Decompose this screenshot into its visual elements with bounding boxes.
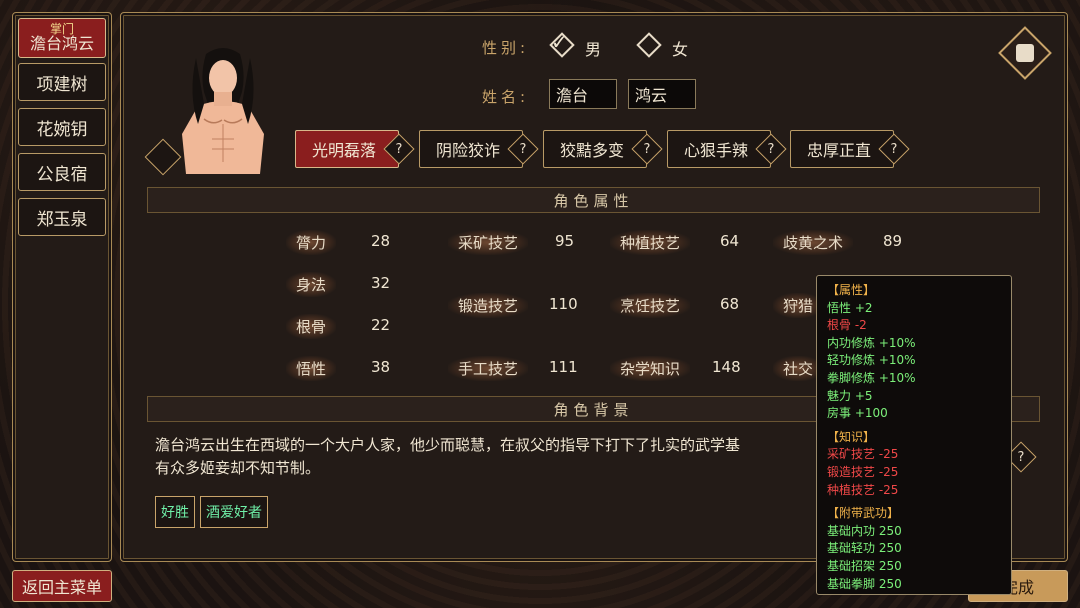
character-name: 澹台鸿云: [29, 33, 94, 53]
tooltip-row: 魅力 +5: [827, 388, 873, 403]
tooltip-row: 根骨 -2: [827, 318, 867, 333]
personality-tag[interactable]: 酒爱好者: [200, 496, 268, 528]
attr-value: 64: [720, 232, 740, 250]
gender-female-label: 女: [672, 40, 689, 59]
attr-value: 148: [712, 358, 741, 376]
tooltip-row: 基础招架 250: [827, 558, 902, 573]
tooltip-row: 轻功修炼 +10%: [827, 353, 916, 368]
attr-value: 32: [371, 274, 391, 292]
back-to-menu-button[interactable]: 返回主菜单: [12, 570, 112, 602]
attr-label: 歧黄之术: [773, 230, 854, 255]
attr-label: 根骨: [286, 314, 337, 339]
attr-label: 锻造技艺: [448, 293, 529, 318]
help-glyph: ?: [395, 141, 403, 157]
personality-tag[interactable]: 好胜: [155, 496, 195, 528]
help-glyph: ?: [1017, 449, 1025, 465]
attr-label: 悟性: [286, 356, 337, 381]
attr-value: 89: [883, 232, 903, 250]
attr-value: 28: [371, 232, 391, 250]
attr-label: 杂学知识: [610, 356, 691, 381]
tooltip-row: 锻造技艺 -25: [827, 464, 899, 479]
character-bio: 澹台鸿云出生在西域的一个大户人家，他少而聪慧，在叔父的指导下打下了扎实的武学基 …: [155, 434, 855, 480]
help-glyph: ?: [519, 141, 527, 157]
attr-value: 38: [371, 358, 391, 376]
attr-label: 手工技艺: [448, 356, 529, 381]
attr-label: 烹饪技艺: [610, 293, 691, 318]
given-name-input[interactable]: 鸿云: [628, 79, 696, 109]
tooltip-section-title: 【属性】: [827, 283, 876, 297]
tooltip-section-title: 【知识】: [827, 429, 876, 444]
character-item[interactable]: 郑玉泉: [18, 198, 106, 236]
character-item-active[interactable]: 掌门 澹台鸿云: [18, 18, 106, 58]
bio-line: 澹台鸿云出生在西域的一个大户人家，他少而聪慧，在叔父的指导下打下了扎实的武学基: [155, 436, 741, 454]
checkmark-icon: ✓: [551, 30, 568, 54]
character-item[interactable]: 项建树: [18, 63, 106, 101]
tooltip-row: 内功修炼 +10%: [827, 335, 916, 350]
help-glyph: ?: [643, 141, 651, 157]
tooltip-row: 基础拳脚 250: [827, 576, 902, 591]
attr-label: 采矿技艺: [448, 230, 529, 255]
bio-line: 有众多姬妾却不知节制。: [155, 459, 321, 477]
character-item[interactable]: 公良宿: [18, 153, 106, 191]
character-item[interactable]: 花婉钥: [18, 108, 106, 146]
character-portrait: [182, 48, 264, 174]
tooltip-section-title: 【附带武功】: [827, 506, 900, 521]
attr-value: 111: [549, 358, 578, 376]
tooltip-row: 基础内功 250: [827, 523, 902, 538]
attr-value: 22: [371, 316, 391, 334]
surname-input[interactable]: 澹台: [549, 79, 617, 109]
attr-value: 110: [549, 295, 578, 313]
attributes-section-header: 角色属性: [147, 187, 1040, 213]
gender-label: 性别:: [482, 39, 530, 57]
attr-value: 95: [555, 232, 575, 250]
attr-value: 68: [720, 295, 740, 313]
tooltip-row: 拳脚修炼 +10%: [827, 370, 916, 385]
tooltip-row: 种植技艺 -25: [827, 482, 899, 497]
attr-label: 种植技艺: [610, 230, 691, 255]
tooltip-row: 基础轻功 250: [827, 541, 902, 556]
trait-tooltip: 【属性】 悟性 +2 根骨 -2 内功修炼 +10% 轻功修炼 +10% 拳脚修…: [816, 275, 1012, 595]
help-glyph: ?: [890, 141, 898, 157]
tooltip-row: 采矿技艺 -25: [827, 447, 899, 462]
name-label: 姓名:: [482, 88, 530, 106]
tooltip-row: 房事 +100: [827, 406, 888, 421]
attr-label: 身法: [286, 272, 337, 297]
gender-male-label: 男: [585, 40, 602, 59]
tooltip-row: 悟性 +2: [827, 300, 873, 315]
help-glyph: ?: [767, 141, 775, 157]
attr-label: 膂力: [286, 230, 337, 255]
